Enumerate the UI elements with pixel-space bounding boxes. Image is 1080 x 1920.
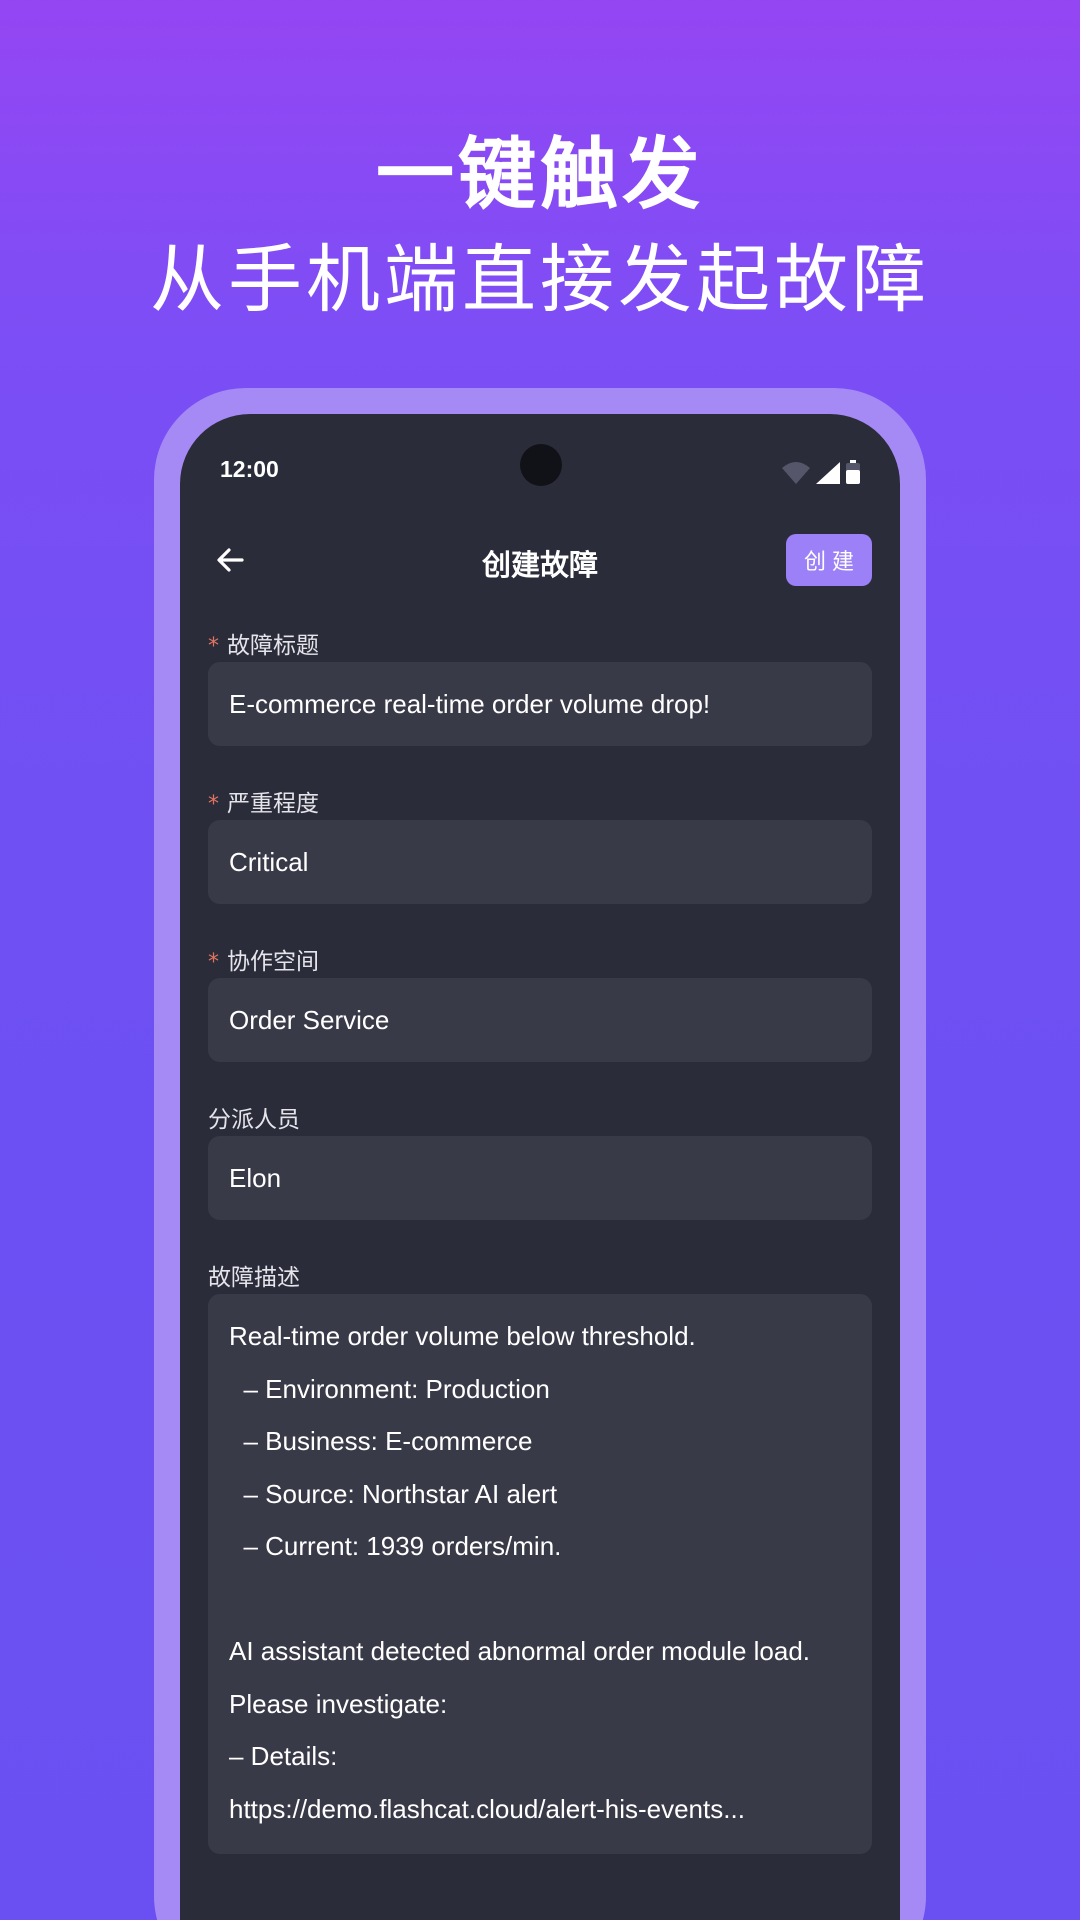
description-textarea[interactable]: Real-time order volume below threshold. … [208,1294,872,1854]
description-label: 故障描述 [208,1265,300,1291]
hero-title: 一键触发 [375,130,704,220]
create-button[interactable]: 创建 [786,534,872,586]
assignee-select[interactable]: Elon [208,1136,872,1220]
required-mark: * [208,950,219,975]
workspace-label: * 协作空间 [208,949,319,975]
severity-select[interactable]: Critical [208,820,872,904]
status-bar: 12:00 [180,414,900,524]
incident-title-label: * 故障标题 [208,633,319,659]
status-time: 12:00 [220,456,279,482]
severity-label: * 严重程度 [208,791,319,817]
workspace-select[interactable]: Order Service [208,978,872,1062]
status-icons [782,460,860,484]
incident-title-input[interactable]: E-commerce real-time order volume drop! [208,662,872,746]
signal-icon [816,462,840,484]
phone-screen: 12:00 创建故障 创建 * 故障标题 E-commerce real-tim… [180,414,900,1920]
camera-cutout [520,444,562,486]
hero-subtitle: 从手机端直接发起故障 [150,237,930,323]
wifi-icon [782,462,810,484]
app-bar: 创建故障 创建 [180,522,900,600]
battery-icon [846,460,860,484]
required-mark: * [208,792,219,817]
assignee-label: 分派人员 [208,1107,300,1133]
phone-frame: 12:00 创建故障 创建 * 故障标题 E-commerce real-tim… [154,388,926,1920]
required-mark: * [208,634,219,659]
incident-form: * 故障标题 E-commerce real-time order volume … [208,600,872,1854]
